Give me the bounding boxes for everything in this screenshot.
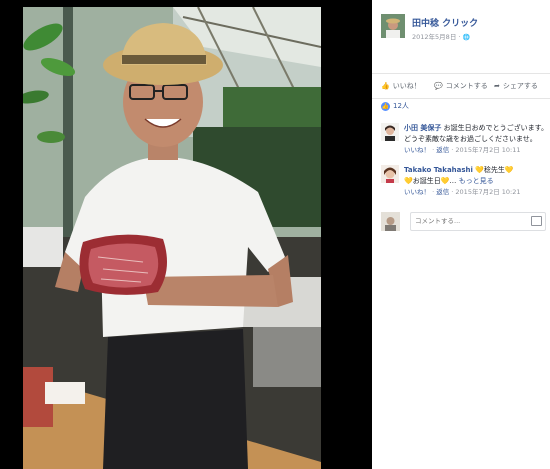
current-user-avatar bbox=[381, 212, 400, 231]
globe-icon: 🌐 bbox=[462, 34, 471, 41]
comment-icon: 💬 bbox=[434, 82, 443, 90]
comment-text-line2: 💛お誕生日💛… bbox=[404, 177, 457, 185]
comment-composer[interactable] bbox=[410, 212, 546, 231]
post-photo[interactable] bbox=[23, 7, 321, 469]
share-action-button[interactable]: ➦ シェアする bbox=[494, 81, 538, 91]
comment-item: 小田 美保子 お誕生日おめでとうございます。 どうぞ素敵な歳をお過ごしくださいま… bbox=[404, 123, 548, 156]
comment-timestamp[interactable]: 2015年7月2日 10:21 bbox=[455, 188, 520, 196]
comment-text: 💛稔先生💛 bbox=[472, 166, 514, 174]
comment-like-link[interactable]: いいね！ bbox=[404, 188, 430, 196]
post-date[interactable]: 2012年5月8日 · 🌐 bbox=[412, 31, 470, 41]
comment-like-link[interactable]: いいね！ bbox=[404, 146, 430, 154]
comment-text: お誕生日おめでとうございます。 bbox=[441, 124, 548, 132]
like-bubble-icon: 👍 bbox=[381, 102, 390, 111]
comment-text-line2: どうぞ素敵な歳をお過ごしくださいませ。 bbox=[404, 135, 537, 143]
post-actions-bar: 👍 いいね！ 💬 コメントする ➦ シェアする bbox=[372, 73, 550, 99]
like-action-button[interactable]: 👍 いいね！ bbox=[381, 81, 421, 91]
comment-input[interactable] bbox=[411, 213, 525, 228]
photo-viewer-background bbox=[0, 0, 372, 469]
comment-avatar[interactable] bbox=[381, 165, 399, 183]
comment-action-label: コメントする bbox=[445, 82, 488, 90]
comment-action-button[interactable]: 💬 コメントする bbox=[434, 81, 488, 91]
author-avatar[interactable] bbox=[381, 14, 405, 38]
comment-meta: いいね！ · 返信 · 2015年7月2日 10:11 bbox=[404, 146, 521, 154]
likes-summary[interactable]: 👍 12人 bbox=[381, 101, 409, 111]
comment-reply-link[interactable]: 返信 bbox=[436, 146, 449, 154]
comment-item: Takako Takahashi 💛稔先生💛 💛お誕生日💛… もっと見る いいね… bbox=[404, 165, 548, 198]
camera-icon[interactable] bbox=[531, 216, 542, 226]
see-more-link[interactable]: もっと見る bbox=[459, 177, 494, 185]
comment-reply-link[interactable]: 返信 bbox=[436, 188, 449, 196]
comment-meta: いいね！ · 返信 · 2015年7月2日 10:21 bbox=[404, 188, 521, 196]
share-action-label: シェアする bbox=[502, 82, 538, 90]
like-action-label: いいね！ bbox=[392, 82, 421, 90]
comment-avatar[interactable] bbox=[381, 123, 399, 141]
comments-panel: 田中稔 クリック 2012年5月8日 · 🌐 👍 いいね！ 💬 コメントする ➦ シェ… bbox=[372, 0, 550, 469]
share-icon: ➦ bbox=[494, 82, 500, 90]
post-date-text: 2012年5月8日 · bbox=[412, 33, 461, 41]
author-name-link[interactable]: 田中稔 クリック bbox=[412, 16, 478, 29]
photo-illustration bbox=[23, 7, 321, 469]
comment-author-link[interactable]: Takako Takahashi bbox=[404, 166, 473, 174]
likes-count: 12人 bbox=[393, 102, 409, 110]
comment-author-link[interactable]: 小田 美保子 bbox=[404, 124, 441, 132]
thumbs-up-icon: 👍 bbox=[381, 82, 390, 90]
comment-timestamp[interactable]: 2015年7月2日 10:11 bbox=[455, 146, 520, 154]
